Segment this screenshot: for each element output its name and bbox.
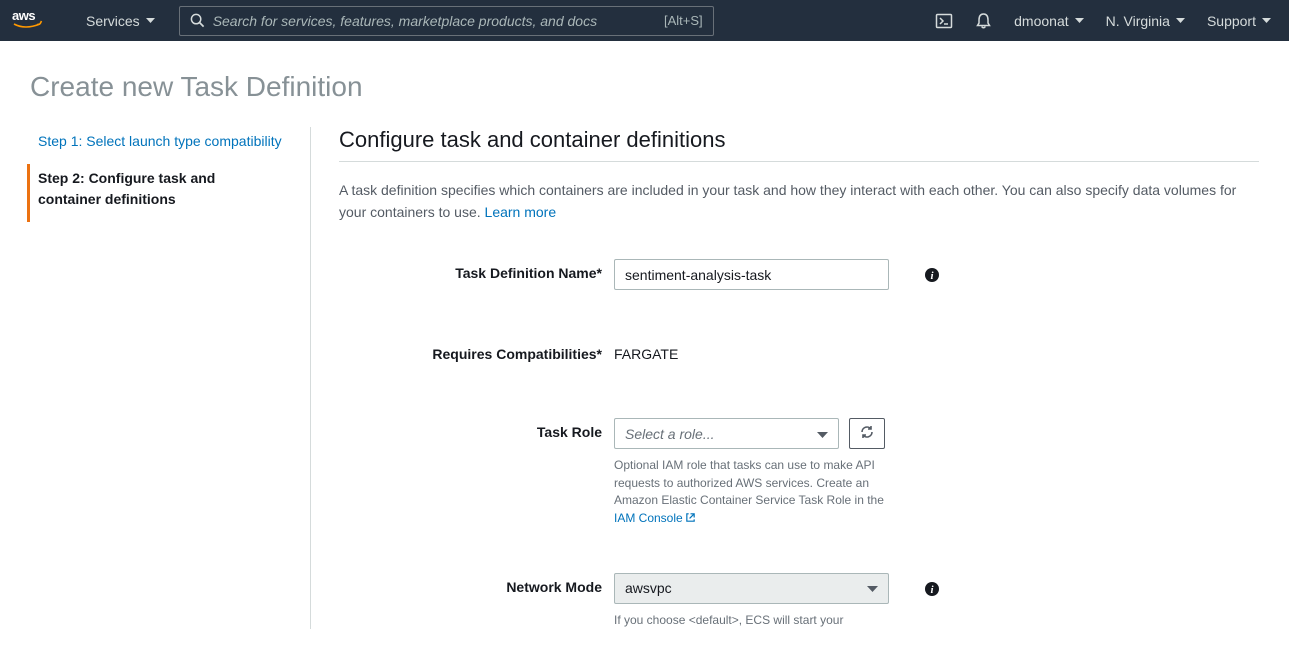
network-mode-help: If you choose <default>, ECS will start … — [614, 612, 894, 629]
learn-more-link[interactable]: Learn more — [485, 204, 557, 220]
cloudshell-icon[interactable] — [935, 12, 953, 30]
row-compat: Requires Compatibilities* FARGATE — [339, 340, 1259, 362]
services-label: Services — [86, 13, 140, 29]
page-title: Create new Task Definition — [0, 41, 1289, 127]
support-label: Support — [1207, 13, 1256, 29]
account-menu[interactable]: dmoonat — [1014, 13, 1083, 29]
info-icon[interactable]: i — [924, 267, 940, 283]
label-task-name: Task Definition Name* — [339, 259, 614, 281]
caret-down-icon — [1262, 18, 1271, 24]
support-menu[interactable]: Support — [1207, 13, 1271, 29]
label-compat: Requires Compatibilities* — [339, 340, 614, 362]
caret-down-icon — [146, 18, 155, 24]
search-icon — [190, 13, 205, 28]
network-mode-select[interactable]: awsvpc — [614, 573, 889, 604]
svg-text:aws: aws — [12, 8, 35, 23]
section-description: A task definition specifies which contai… — [339, 180, 1259, 223]
main-panel: Configure task and container definitions… — [310, 127, 1259, 629]
external-link-icon — [683, 511, 696, 525]
region-menu[interactable]: N. Virginia — [1106, 13, 1185, 29]
region-label: N. Virginia — [1106, 13, 1170, 29]
row-task-role: Task Role Select a role... — [339, 418, 1259, 527]
task-name-input[interactable] — [614, 259, 889, 290]
search-input[interactable] — [213, 13, 664, 29]
search-shortcut: [Alt+S] — [664, 13, 703, 28]
services-menu[interactable]: Services — [86, 13, 155, 29]
info-icon[interactable]: i — [924, 581, 940, 597]
global-search[interactable]: [Alt+S] — [179, 6, 714, 36]
row-task-name: Task Definition Name* i — [339, 259, 1259, 290]
refresh-roles-button[interactable] — [849, 418, 885, 449]
aws-logo[interactable]: aws — [12, 8, 48, 33]
refresh-icon — [859, 424, 875, 443]
row-network-mode: Network Mode awsvpc If you choose <defau… — [339, 573, 1259, 629]
top-nav: aws Services [Alt+S] d — [0, 0, 1289, 41]
user-label: dmoonat — [1014, 13, 1068, 29]
notifications-icon[interactable] — [975, 12, 992, 30]
iam-console-link[interactable]: IAM Console — [614, 511, 696, 525]
network-mode-value: awsvpc — [625, 580, 867, 596]
label-task-role: Task Role — [339, 418, 614, 440]
wizard-step-1[interactable]: Step 1: Select launch type compatibility — [30, 127, 282, 164]
label-network-mode: Network Mode — [339, 573, 614, 595]
section-title: Configure task and container definitions — [339, 127, 1259, 162]
caret-down-icon — [1176, 18, 1185, 24]
task-role-select[interactable]: Select a role... — [614, 418, 839, 449]
wizard-steps: Step 1: Select launch type compatibility… — [30, 127, 310, 629]
task-role-help: Optional IAM role that tasks can use to … — [614, 457, 884, 527]
caret-down-icon — [867, 580, 878, 596]
caret-down-icon — [1075, 18, 1084, 24]
task-role-placeholder: Select a role... — [625, 426, 817, 442]
compat-value: FARGATE — [614, 340, 914, 362]
wizard-step-2[interactable]: Step 2: Configure task and container def… — [27, 164, 282, 222]
caret-down-icon — [817, 426, 828, 442]
